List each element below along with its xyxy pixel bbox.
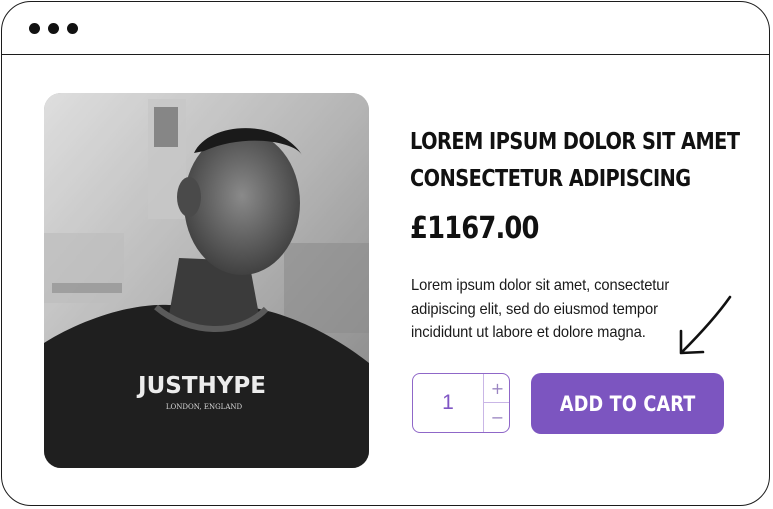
quantity-input[interactable]: 1	[413, 374, 483, 432]
quantity-stepper-controls: + −	[483, 374, 509, 432]
product-title: LOREM IPSUM DOLOR SIT AMET CONSECTETUR A…	[410, 124, 740, 198]
product-description-line: Lorem ipsum dolor sit amet, consectetur	[411, 277, 670, 294]
shirt-print-subtext: LONDON, ENGLAND	[166, 403, 243, 411]
add-to-cart-button[interactable]: ADD TO CART	[531, 373, 724, 434]
product-image: JUSTHYPE LONDON, ENGLAND	[44, 93, 369, 468]
product-title-line: CONSECTETUR ADIPISCING	[410, 166, 691, 192]
add-to-cart-label: ADD TO CART	[559, 391, 696, 416]
product-title-line: LOREM IPSUM DOLOR SIT AMET	[410, 129, 740, 155]
shirt-print-text: JUSTHYPE	[136, 373, 266, 399]
product-description-line: adipiscing elit, sed do eiusmod tempor	[411, 300, 658, 318]
product-price: £1167.00	[410, 211, 539, 246]
product-description-line: incididunt ut labore et dolore magna.	[411, 324, 646, 341]
window-control-dot-icon[interactable]	[29, 23, 40, 34]
window-titlebar	[2, 2, 769, 55]
quantity-stepper: 1 + −	[412, 373, 510, 433]
quantity-increment-button[interactable]: +	[484, 374, 509, 403]
hand-drawn-arrow-icon	[679, 295, 732, 355]
window-control-dot-icon[interactable]	[67, 23, 78, 34]
quantity-decrement-button[interactable]: −	[484, 403, 509, 432]
product-description: Lorem ipsum dolor sit amet, consectetur …	[411, 274, 687, 345]
window-control-dot-icon[interactable]	[48, 23, 59, 34]
